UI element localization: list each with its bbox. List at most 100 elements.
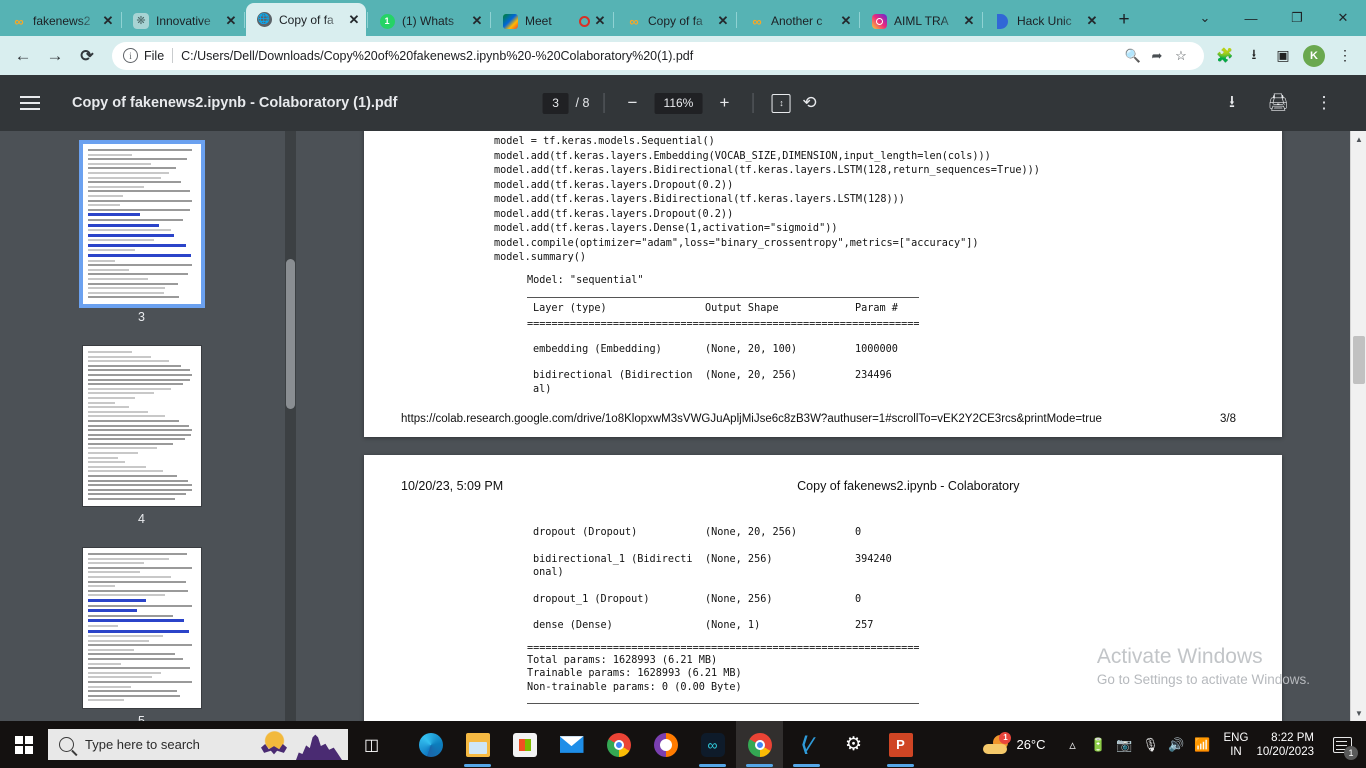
clock[interactable]: 8:22 PM 10/20/2023 [1256, 731, 1314, 759]
volume-icon[interactable]: 🔊 [1164, 721, 1190, 768]
back-button[interactable]: ← [8, 41, 38, 71]
cell-param-count: 0 [855, 593, 862, 605]
maximize-button[interactable]: ❐ [1274, 2, 1320, 34]
windows-start-icon[interactable] [0, 721, 48, 768]
share-icon[interactable]: ➦ [1146, 45, 1168, 67]
address-bar[interactable]: i File C:/Users/Dell/Downloads/Copy%20of… [112, 41, 1204, 70]
microphone-icon[interactable]: 🎙 [1138, 721, 1164, 768]
tab-close-button[interactable]: ✕ [1084, 13, 1100, 29]
tab-close-button[interactable]: ✕ [961, 13, 977, 29]
thumbnail-page-preview[interactable] [82, 346, 201, 506]
download-icon[interactable]: ⭳ [1218, 89, 1246, 117]
google-meet-icon [502, 13, 518, 29]
browser-tab[interactable]: Meet ✕ [492, 6, 612, 36]
browser-tab[interactable]: 1 (1) Whats ✕ [369, 6, 489, 36]
reload-button[interactable]: ⟳ [72, 41, 102, 71]
rotate-icon[interactable]: ⟲ [795, 89, 823, 117]
star-icon[interactable]: ☆ [1170, 45, 1192, 67]
taskbar-app-powerpoint[interactable]: P [877, 721, 924, 768]
browser-tab[interactable]: ❋ Innovative ✕ [123, 6, 243, 36]
side-panel-icon[interactable]: ▣ [1270, 43, 1296, 69]
tab-list: ∞ fakenews2 ✕ ❋ Innovative ✕ 🌐 Copy of fa ✕ 1 (1) … [0, 0, 1104, 36]
language-indicator[interactable]: ENG IN [1224, 731, 1249, 759]
wifi-icon[interactable]: 📶 [1190, 721, 1216, 768]
table-header-row: Layer (type) Output Shape Param # [527, 298, 919, 316]
thumbnail-item[interactable]: 5 [82, 548, 201, 721]
zoom-out-button[interactable]: − [618, 89, 646, 117]
mail-icon [559, 736, 584, 753]
fit-to-page-icon[interactable]: ↕ [767, 89, 795, 117]
tab-close-button[interactable]: ✕ [223, 13, 239, 29]
table-row: dense (Dense) (None, 1) 257 [527, 619, 919, 633]
tab-title: Innovative [156, 14, 211, 28]
battery-icon[interactable]: 🔋 [1086, 721, 1112, 768]
zoom-magnifier-icon[interactable]: 🔍 [1122, 45, 1144, 67]
browser-tab[interactable]: Hack Unic ✕ [984, 6, 1104, 36]
browser-tab[interactable]: AIML TRA ✕ [861, 6, 981, 36]
taskbar-app-microsoft-store[interactable] [501, 721, 548, 768]
thumbnail-page-preview[interactable] [78, 140, 205, 308]
taskbar-app-file-explorer[interactable] [454, 721, 501, 768]
url-text[interactable]: C:/Users/Dell/Downloads/Copy%20of%20fake… [181, 49, 1116, 63]
scroll-down-arrow-icon[interactable]: ▼ [1351, 705, 1366, 721]
tab-close-button[interactable]: ✕ [100, 13, 116, 29]
thumbnail-scrollbar-thumb[interactable] [286, 259, 295, 409]
show-hidden-icons-icon[interactable]: ▵ [1060, 721, 1086, 768]
pdf-document-area[interactable]: model = tf.keras.models.Sequential() mod… [296, 131, 1350, 721]
recording-indicator-icon [579, 15, 590, 27]
weather-widget[interactable]: 1 26°C [983, 731, 1046, 755]
code-cell-model-definition: model = tf.keras.models.Sequential() mod… [494, 136, 1040, 263]
language-line-1: ENG [1223, 731, 1249, 744]
zoom-in-button[interactable]: + [710, 89, 738, 117]
chrome-icon [606, 732, 631, 757]
browser-tab[interactable]: ∞ fakenews2 ✕ [0, 6, 120, 36]
tab-close-button[interactable]: ✕ [838, 13, 854, 29]
pdf-thumbnail-sidebar[interactable]: 3 4 5 [0, 131, 283, 721]
cell-output-shape: (None, 20, 256) [705, 370, 798, 381]
camera-icon[interactable]: 📷 [1112, 721, 1138, 768]
taskbar-app-password-manager[interactable] [642, 721, 689, 768]
thumbnail-scrollbar[interactable] [285, 131, 296, 721]
thumbnail-item[interactable]: 4 [82, 346, 201, 542]
taskbar-app-webex[interactable] [689, 721, 736, 768]
page-number-input[interactable] [542, 92, 569, 114]
zoom-level-display[interactable]: 116% [654, 92, 703, 114]
browser-tab[interactable]: ∞ Copy of fa ✕ [615, 6, 735, 36]
taskbar-app-visual-studio-code[interactable]: ⟨∕ [783, 721, 830, 768]
forward-button[interactable]: → [40, 41, 70, 71]
taskbar-app-microsoft-edge[interactable] [407, 721, 454, 768]
taskbar-app-settings[interactable]: ⚙ [830, 721, 877, 768]
tab-search-button[interactable]: ⌄ [1182, 2, 1228, 34]
task-view-icon[interactable]: ◫ [348, 721, 395, 768]
extensions-icon[interactable]: 🧩 [1212, 43, 1238, 69]
browser-tab[interactable]: ∞ Another c ✕ [738, 6, 858, 36]
model-summary-table-page4: dropout (Dropout) (None, 20, 256) 0 bidirec… [527, 513, 919, 704]
sidebar-toggle-button[interactable] [20, 88, 50, 118]
tab-close-button[interactable]: ✕ [592, 13, 608, 29]
document-scrollbar[interactable]: ▲ ▼ [1350, 131, 1366, 721]
taskbar-app-google-chrome[interactable] [595, 721, 642, 768]
search-input[interactable]: Type here to search [48, 729, 348, 760]
action-center-button[interactable]: 1 [1324, 721, 1360, 768]
taskbar-app-mail[interactable] [548, 721, 595, 768]
document-scrollbar-thumb[interactable] [1353, 336, 1365, 384]
tab-close-button[interactable]: ✕ [715, 13, 731, 29]
site-info-icon[interactable]: i [123, 48, 138, 63]
thumbnail-item[interactable]: 3 [78, 140, 205, 340]
taskbar-app-chrome-profile-k[interactable] [736, 721, 783, 768]
tab-close-button[interactable]: ✕ [469, 13, 485, 29]
profile-avatar[interactable]: K [1303, 44, 1325, 67]
new-tab-button[interactable]: + [1110, 6, 1138, 34]
tab-close-button[interactable]: ✕ [346, 12, 362, 28]
thumbnail-page-preview[interactable] [82, 548, 201, 708]
browser-tab[interactable]: 🌐 Copy of fa ✕ [246, 3, 366, 36]
close-window-button[interactable]: ✕ [1320, 2, 1366, 34]
cell-output-shape: (None, 256) [705, 553, 773, 565]
tab-separator [859, 12, 860, 28]
minimize-button[interactable]: — [1228, 2, 1274, 34]
three-dot-menu-icon[interactable]: ⋮ [1332, 43, 1358, 69]
scroll-up-arrow-icon[interactable]: ▲ [1351, 131, 1366, 147]
print-icon[interactable]: 🖨 [1264, 89, 1292, 117]
more-options-icon[interactable]: ⋮ [1310, 89, 1338, 117]
downloads-icon[interactable]: ⭳ [1241, 43, 1267, 69]
